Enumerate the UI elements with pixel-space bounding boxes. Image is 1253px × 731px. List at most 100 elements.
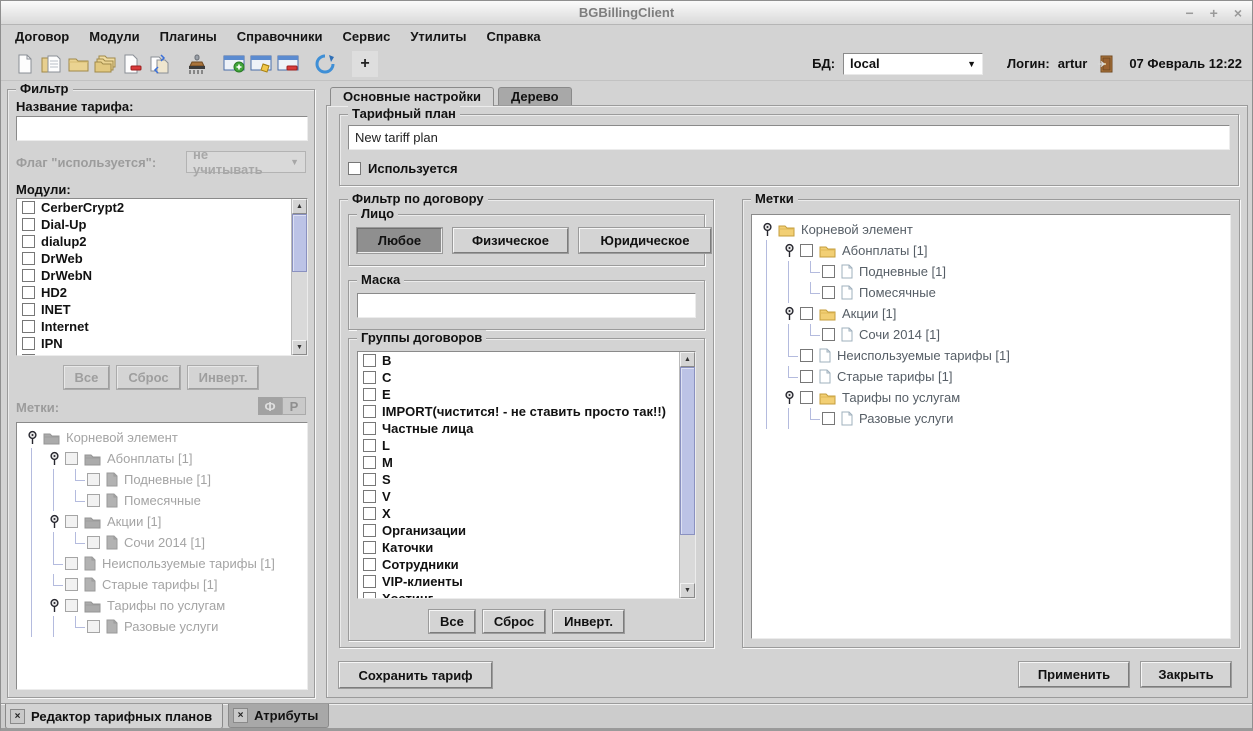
menu-item[interactable]: Договор (5, 27, 79, 46)
item-checkbox[interactable] (363, 388, 376, 401)
menu-item[interactable]: Справочники (227, 27, 333, 46)
tree-expand-handle-icon[interactable] (21, 427, 43, 448)
tree-node[interactable]: Подневные [1] (756, 261, 1230, 282)
copy-document-icon[interactable] (146, 51, 173, 77)
bottom-tab[interactable]: ×Атрибуты (228, 704, 329, 728)
add-tab-button[interactable]: + (352, 51, 378, 77)
tree-node-checkbox[interactable] (87, 620, 100, 633)
modules-invert-button[interactable]: Инверт. (188, 366, 259, 389)
item-checkbox[interactable] (22, 269, 35, 282)
item-checkbox[interactable] (363, 439, 376, 452)
list-item[interactable]: CerberCrypt2 (17, 199, 307, 216)
item-checkbox[interactable] (363, 422, 376, 435)
logout-door-icon[interactable] (1095, 51, 1115, 77)
menu-item[interactable]: Справка (476, 27, 550, 46)
list-item[interactable]: E (358, 386, 695, 403)
tree-node[interactable]: Корневой элемент (21, 427, 307, 448)
mask-input[interactable] (357, 293, 696, 318)
list-item[interactable]: X (358, 505, 695, 522)
tree-node[interactable]: Помесячные (756, 282, 1230, 303)
item-checkbox[interactable] (22, 303, 35, 316)
tree-node-checkbox[interactable] (822, 265, 835, 278)
tree-node[interactable]: Сочи 2014 [1] (21, 532, 307, 553)
item-checkbox[interactable] (363, 354, 376, 367)
tree-node-checkbox[interactable] (65, 578, 78, 591)
groups-invert-button[interactable]: Инверт. (553, 610, 624, 633)
menu-item[interactable]: Сервис (333, 27, 401, 46)
list-item[interactable]: DrWeb (17, 250, 307, 267)
tree-expand-handle-icon[interactable] (43, 511, 65, 532)
item-checkbox[interactable] (22, 235, 35, 248)
stamp-icon[interactable] (183, 51, 210, 77)
item-checkbox[interactable] (363, 558, 376, 571)
scroll-up-icon[interactable]: ▲ (292, 199, 307, 214)
item-checkbox[interactable] (22, 286, 35, 299)
tree-node-checkbox[interactable] (65, 599, 78, 612)
label-filter-f-button[interactable]: Ф (258, 397, 282, 415)
refresh-icon[interactable] (311, 51, 338, 77)
window-remove-icon[interactable] (274, 51, 301, 77)
groups-scrollbar[interactable]: ▲ ▼ (679, 352, 695, 598)
item-checkbox[interactable] (22, 201, 35, 214)
person-option-button[interactable]: Физическое (453, 228, 568, 253)
tree-node[interactable]: Акции [1] (756, 303, 1230, 324)
person-option-button[interactable]: Любое (357, 228, 442, 253)
list-item[interactable]: V (358, 488, 695, 505)
close-tab-icon[interactable]: × (10, 709, 25, 724)
modules-all-button[interactable]: Все (64, 366, 110, 389)
tree-node[interactable]: Старые тарифы [1] (756, 366, 1230, 387)
tree-node-checkbox[interactable] (65, 452, 78, 465)
item-checkbox[interactable] (363, 524, 376, 537)
list-item[interactable]: Сотрудники (358, 556, 695, 573)
groups-reset-button[interactable]: Сброс (483, 610, 545, 633)
used-checkbox[interactable] (348, 162, 361, 175)
main-tab[interactable]: Дерево (498, 87, 572, 105)
db-select[interactable]: local ▼ (843, 53, 983, 75)
list-item[interactable]: B (358, 352, 695, 369)
list-item[interactable]: S (358, 471, 695, 488)
item-checkbox[interactable] (22, 218, 35, 231)
main-tab[interactable]: Основные настройки (330, 87, 494, 106)
list-item[interactable]: HD2 (17, 284, 307, 301)
minimize-icon[interactable]: − (1185, 6, 1193, 20)
list-item[interactable]: Частные лица (358, 420, 695, 437)
item-checkbox[interactable] (363, 490, 376, 503)
tree-node-checkbox[interactable] (800, 244, 813, 257)
labels-tree-disabled[interactable]: Корневой элементАбонплаты [1]Подневные [… (16, 422, 308, 690)
tree-node[interactable]: Помесячные (21, 490, 307, 511)
tree-node[interactable]: Разовые услуги (21, 616, 307, 637)
item-checkbox[interactable] (363, 575, 376, 588)
scroll-down-icon[interactable]: ▼ (680, 583, 695, 598)
scroll-up-icon[interactable]: ▲ (680, 352, 695, 367)
save-tariff-button[interactable]: Сохранить тариф (339, 662, 492, 688)
list-item[interactable]: Хостинг (358, 590, 695, 599)
item-checkbox[interactable] (363, 473, 376, 486)
tree-node-checkbox[interactable] (87, 494, 100, 507)
tree-node-checkbox[interactable] (800, 370, 813, 383)
list-item[interactable]: Организации (358, 522, 695, 539)
tree-node-checkbox[interactable] (822, 286, 835, 299)
list-item[interactable]: L (358, 437, 695, 454)
list-item[interactable]: C (358, 369, 695, 386)
item-checkbox[interactable] (22, 320, 35, 333)
folder-icon[interactable] (65, 51, 92, 77)
tree-node-checkbox[interactable] (822, 412, 835, 425)
list-item[interactable]: VIP-клиенты (358, 573, 695, 590)
scroll-down-icon[interactable]: ▼ (292, 340, 307, 355)
tree-node[interactable]: Неиспользуемые тарифы [1] (21, 553, 307, 574)
tree-node[interactable]: Старые тарифы [1] (21, 574, 307, 595)
item-checkbox[interactable] (22, 252, 35, 265)
label-filter-r-button[interactable]: Р (282, 397, 306, 415)
list-item[interactable]: DrWebN (17, 267, 307, 284)
tree-expand-handle-icon[interactable] (778, 303, 800, 324)
tree-node[interactable]: Тарифы по услугам (21, 595, 307, 616)
tree-node-checkbox[interactable] (822, 328, 835, 341)
tree-expand-handle-icon[interactable] (778, 240, 800, 261)
groups-all-button[interactable]: Все (429, 610, 475, 633)
list-item[interactable]: M (358, 454, 695, 471)
folders-icon[interactable] (92, 51, 119, 77)
tree-expand-handle-icon[interactable] (43, 595, 65, 616)
tree-expand-handle-icon[interactable] (756, 219, 778, 240)
list-item[interactable]: IMPORT(чистится! - не ставить просто так… (358, 403, 695, 420)
list-item[interactable]: Internet (17, 318, 307, 335)
